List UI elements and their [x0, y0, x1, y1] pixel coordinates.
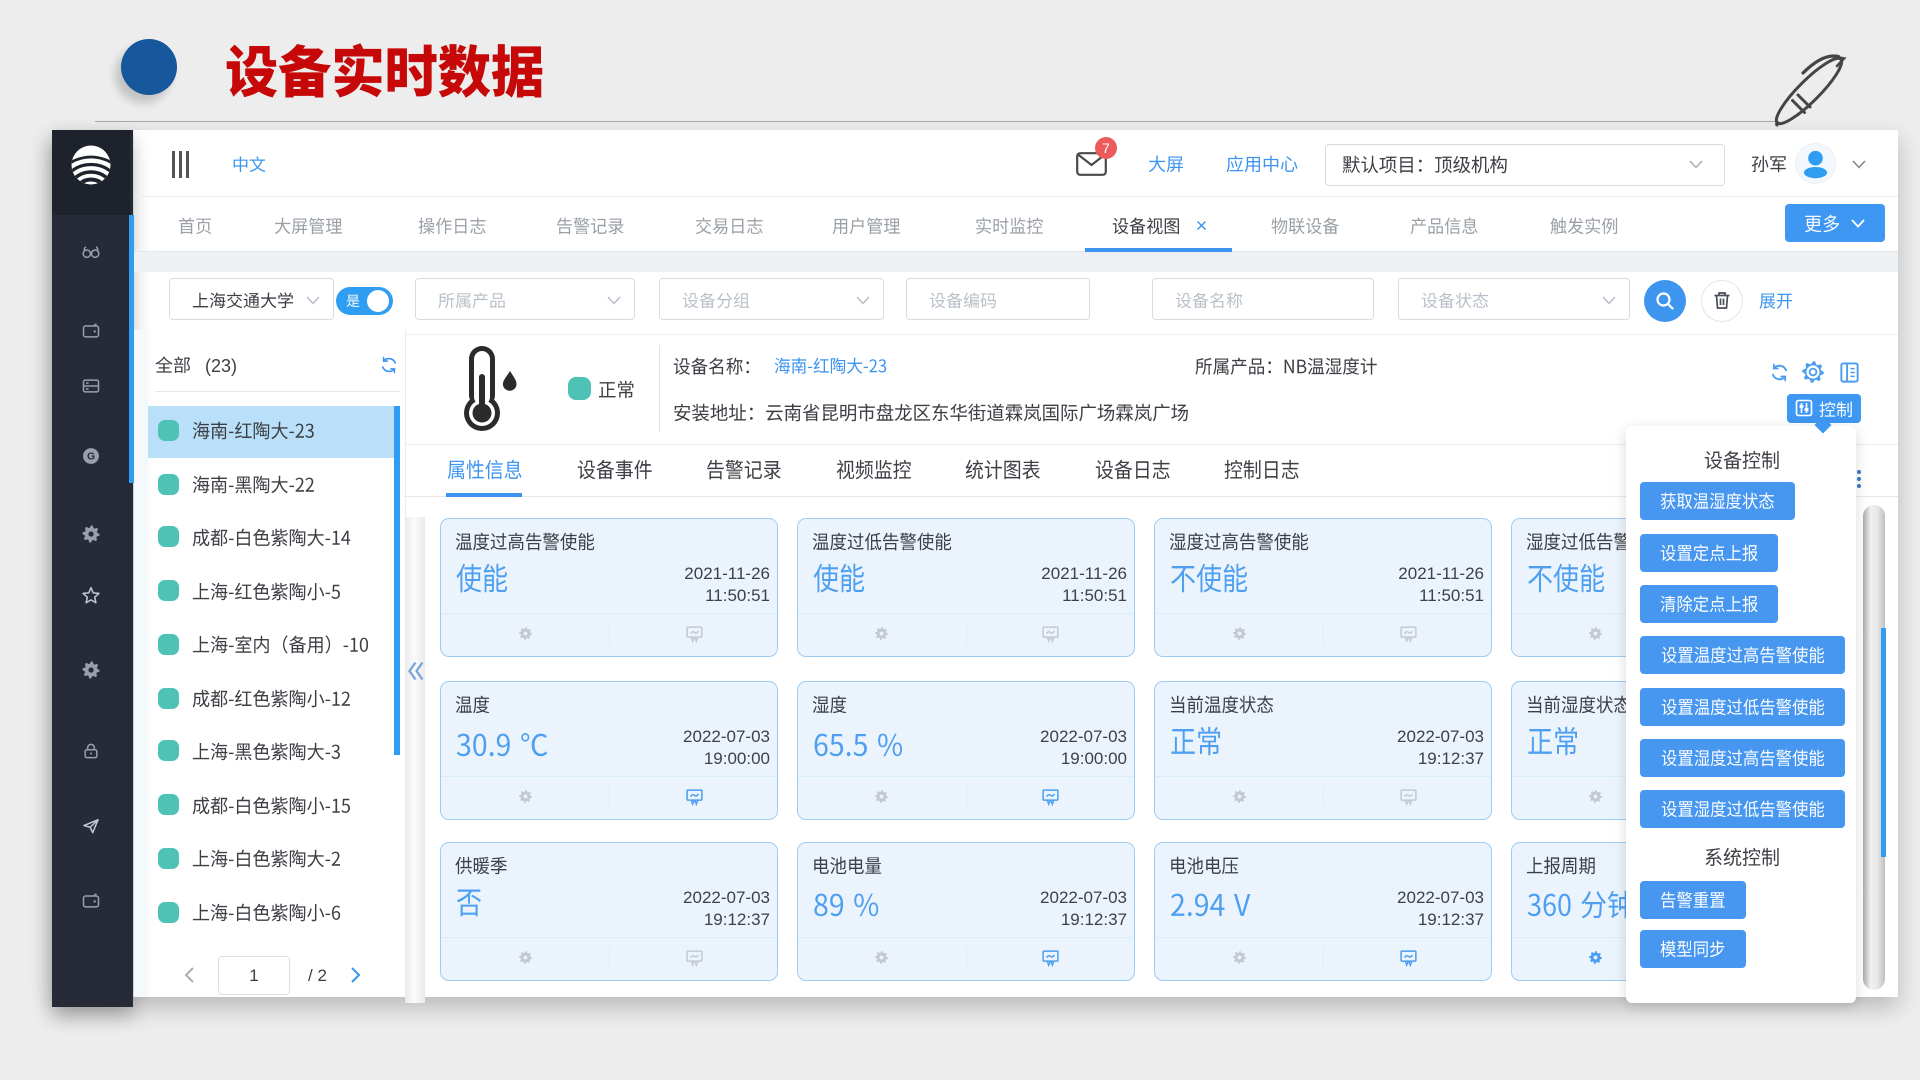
svg-text:G: G [87, 452, 95, 463]
